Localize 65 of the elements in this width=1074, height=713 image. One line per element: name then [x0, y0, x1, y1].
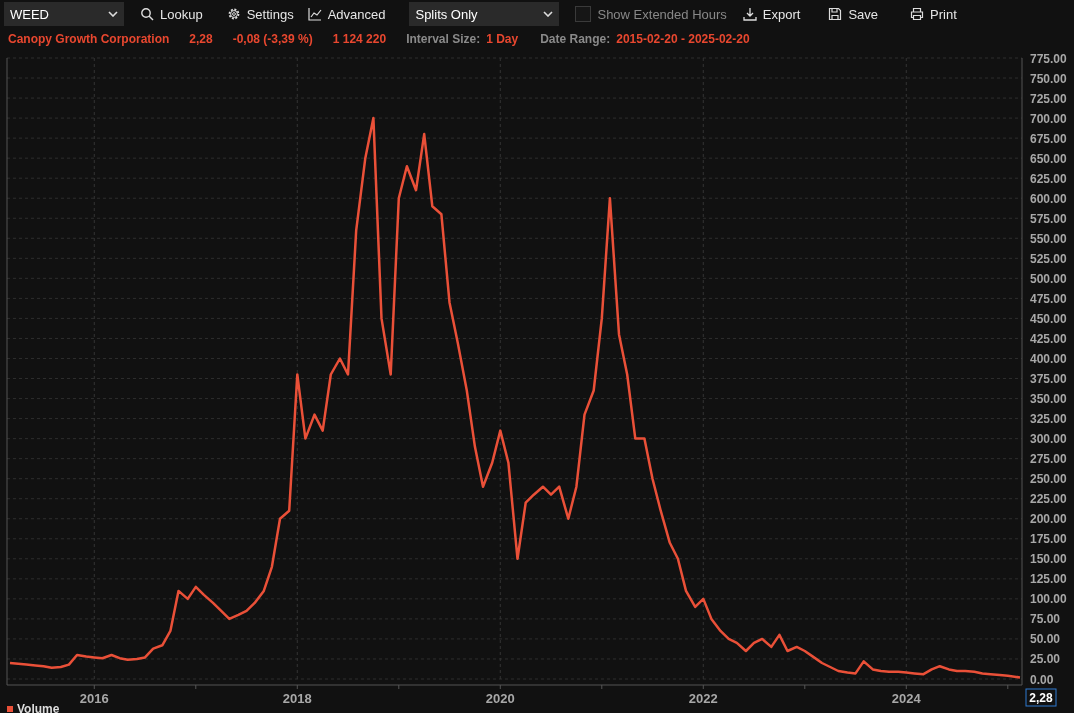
price-axis-label: 150.00	[1030, 552, 1067, 567]
volume-label: Volume	[17, 701, 60, 713]
save-button[interactable]: Save	[824, 2, 883, 26]
adjustment-dropdown[interactable]: Splits Only	[409, 2, 560, 26]
price-axis-label: 250.00	[1030, 472, 1067, 487]
price-axis-label: 175.00	[1030, 532, 1067, 547]
caret-icon	[108, 11, 118, 17]
price-axis-label: 625.00	[1030, 171, 1067, 186]
volume-legend-icon	[7, 706, 13, 712]
price-axis-label: 50.00	[1030, 632, 1061, 647]
price-axis-label: 475.00	[1030, 291, 1067, 306]
settings-button[interactable]: Settings	[222, 2, 298, 26]
price-axis-label: 75.00	[1030, 612, 1061, 627]
symbol-field[interactable]: WEED	[4, 2, 124, 26]
price-axis-label: 700.00	[1030, 111, 1067, 126]
price-axis-label: 450.00	[1030, 311, 1067, 326]
line-chart-icon	[307, 7, 322, 21]
price-axis-label: 425.00	[1030, 331, 1067, 346]
price-change: -0,08 (-3,39 %)	[232, 32, 313, 46]
last-price: 2,28	[189, 32, 213, 46]
year-axis-label: 2016	[79, 691, 109, 706]
download-icon	[742, 7, 757, 21]
price-axis-label: 600.00	[1030, 191, 1067, 206]
volume-value: 1 124 220	[332, 32, 387, 46]
interval-value: 1 Day	[486, 32, 519, 46]
price-axis-label: 725.00	[1030, 91, 1067, 106]
interval-label: Interval Size:	[406, 32, 481, 46]
price-axis-label: 550.00	[1030, 231, 1067, 246]
price-axis-label: 400.00	[1030, 352, 1067, 366]
settings-icon	[226, 7, 241, 21]
price-axis-label: 325.00	[1030, 412, 1067, 427]
caret-icon	[543, 11, 554, 17]
checkbox-label: Show Extended Hours	[597, 6, 727, 22]
price-axis-label: 650.00	[1030, 151, 1067, 166]
price-axis-label: 525.00	[1030, 251, 1067, 266]
price-axis-label: 275.00	[1030, 452, 1067, 467]
price-axis-label: 125.00	[1030, 572, 1067, 587]
year-axis-label: 2022	[688, 691, 718, 706]
price-axis-label: 300.00	[1030, 432, 1067, 447]
date-range-value: 2015-02-20 - 2025-02-20	[616, 32, 750, 46]
price-axis-label: 775.00	[1030, 51, 1067, 66]
price-axis-label: 0.00	[1030, 672, 1054, 687]
year-axis-label: 2018	[282, 691, 312, 706]
price-axis-label: 225.00	[1030, 492, 1067, 507]
search-icon	[140, 7, 154, 21]
company-name: Canopy Growth Corporation	[8, 32, 170, 46]
price-axis-label: 100.00	[1030, 592, 1067, 607]
year-axis-label: 2024	[891, 691, 921, 706]
last-price-label: 2,28	[1025, 688, 1057, 707]
price-axis-label: 575.00	[1030, 211, 1067, 226]
advanced-button[interactable]: Advanced	[303, 2, 390, 26]
printer-icon	[910, 7, 925, 21]
year-axis-label: 2020	[485, 691, 515, 706]
price-axis-label: 750.00	[1030, 71, 1067, 86]
price-axis-label: 350.00	[1030, 392, 1067, 407]
date-range-label: Date Range:	[540, 32, 611, 46]
price-axis-label: 500.00	[1030, 271, 1067, 286]
print-button[interactable]: Print	[906, 2, 961, 26]
price-axis-label: 375.00	[1030, 372, 1067, 386]
price-axis-label: 200.00	[1030, 512, 1067, 527]
checkbox[interactable]	[575, 6, 592, 22]
lookup-button[interactable]: Lookup	[136, 2, 207, 26]
export-button[interactable]: Export	[738, 2, 805, 26]
price-axis-label: 25.00	[1030, 652, 1061, 667]
price-axis-label: 675.00	[1030, 131, 1067, 146]
